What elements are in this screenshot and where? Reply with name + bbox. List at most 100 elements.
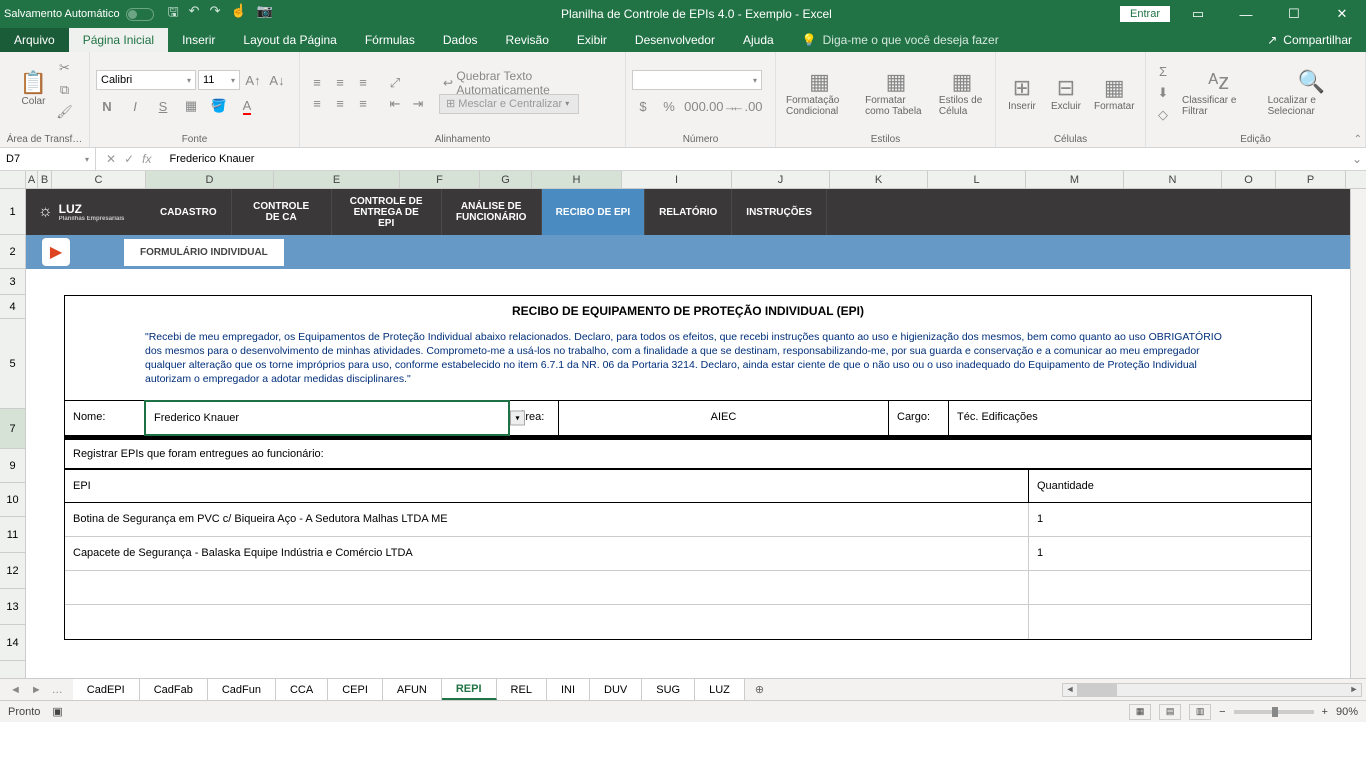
nav-analise[interactable]: ANÁLISE DE FUNCIONÁRIO <box>442 189 542 235</box>
find-select-button[interactable]: 🔍Localizar e Selecionar <box>1264 67 1359 119</box>
col-O[interactable]: O <box>1222 171 1276 188</box>
row-7[interactable]: 7 <box>0 409 25 449</box>
tab-formulas[interactable]: Fórmulas <box>351 28 429 52</box>
qtd-item-1[interactable]: 1 <box>1029 503 1311 536</box>
add-sheet-button[interactable]: ⊕ <box>745 679 774 700</box>
touch-icon[interactable]: ☝ <box>230 3 246 25</box>
redo-icon[interactable]: ↷ <box>210 3 221 25</box>
sheet-sug[interactable]: SUG <box>642 679 695 700</box>
align-center-icon[interactable]: ≡ <box>329 94 351 114</box>
nav-controle-ca[interactable]: CONTROLE DE CA <box>232 189 332 235</box>
border-icon[interactable]: ▦ <box>180 96 202 116</box>
view-pagelayout-icon[interactable]: ▤ <box>1159 704 1181 720</box>
delete-cells-button[interactable]: ⊟Excluir <box>1046 73 1086 114</box>
minimize-icon[interactable]: — <box>1226 7 1266 22</box>
col-H[interactable]: H <box>532 171 622 188</box>
epi-item-4[interactable] <box>65 605 1029 639</box>
insert-cells-button[interactable]: ⊞Inserir <box>1002 73 1042 114</box>
tab-help[interactable]: Ajuda <box>729 28 788 52</box>
fill-icon[interactable]: ⬇ <box>1152 83 1174 103</box>
row-12[interactable]: 12 <box>0 553 25 589</box>
increase-decimal-icon[interactable]: .00→ <box>710 96 732 116</box>
maximize-icon[interactable]: ☐ <box>1274 6 1314 22</box>
row-9[interactable]: 9 <box>0 449 25 483</box>
row-5[interactable]: 5 <box>0 319 25 409</box>
indent-increase-icon[interactable]: ⇥ <box>407 94 429 114</box>
close-icon[interactable]: ✕ <box>1322 6 1362 22</box>
font-name-select[interactable]: Calibri▾ <box>96 70 196 90</box>
tab-nav-more-icon[interactable]: … <box>48 684 67 696</box>
camera-icon[interactable]: 📷 <box>257 3 273 25</box>
nav-relatorio[interactable]: RELATÓRIO <box>645 189 732 235</box>
nav-instrucoes[interactable]: INSTRUÇÕES <box>732 189 827 235</box>
tab-insert[interactable]: Inserir <box>168 28 229 52</box>
tab-nav-first-icon[interactable]: ◄ <box>6 684 25 696</box>
nome-cell[interactable]: Frederico Knauer ▾ <box>144 400 510 436</box>
tab-review[interactable]: Revisão <box>492 28 563 52</box>
row-3[interactable]: 3 <box>0 269 25 295</box>
col-G[interactable]: G <box>480 171 532 188</box>
col-D[interactable]: D <box>146 171 274 188</box>
col-C[interactable]: C <box>52 171 146 188</box>
fx-icon[interactable]: fx <box>142 152 151 166</box>
scroll-right-icon[interactable]: ► <box>1347 684 1361 696</box>
row-1[interactable]: 1 <box>0 189 25 235</box>
bold-icon[interactable]: N <box>96 96 118 116</box>
share-button[interactable]: ↗Compartilhar <box>1253 28 1366 52</box>
qtd-item-2[interactable]: 1 <box>1029 537 1311 570</box>
qtd-item-4[interactable] <box>1029 605 1311 639</box>
file-menu[interactable]: Arquivo <box>0 28 69 52</box>
increase-font-icon[interactable]: A↑ <box>242 70 264 90</box>
format-as-table-button[interactable]: ▦Formatar como Tabela <box>861 67 931 119</box>
row-11[interactable]: 11 <box>0 517 25 553</box>
sheet-cepi[interactable]: CEPI <box>328 679 383 700</box>
format-cells-button[interactable]: ▦Formatar <box>1090 73 1139 114</box>
decrease-decimal-icon[interactable]: ←.00 <box>736 96 758 116</box>
col-L[interactable]: L <box>928 171 1026 188</box>
merge-center-button[interactable]: ⊞ Mesclar e Centralizar ▾ <box>439 94 579 114</box>
tab-layout[interactable]: Layout da Página <box>229 28 350 52</box>
autosum-icon[interactable]: Σ <box>1152 61 1174 81</box>
row-4[interactable]: 4 <box>0 295 25 319</box>
scroll-left-icon[interactable]: ◄ <box>1063 684 1077 696</box>
save-icon[interactable]: 🖫 <box>168 3 179 25</box>
nav-cadastro[interactable]: CADASTRO <box>146 189 232 235</box>
vertical-scrollbar[interactable] <box>1350 189 1366 678</box>
row-14[interactable]: 14 <box>0 625 25 661</box>
zoom-out-icon[interactable]: − <box>1219 706 1225 718</box>
format-painter-icon[interactable]: 🖌 <box>54 102 76 122</box>
view-pagebreak-icon[interactable]: ▥ <box>1189 704 1211 720</box>
sheet-luz[interactable]: LUZ <box>695 679 745 700</box>
align-top-icon[interactable]: ≡ <box>306 73 328 93</box>
align-left-icon[interactable]: ≡ <box>306 94 328 114</box>
italic-icon[interactable]: I <box>124 96 146 116</box>
col-I[interactable]: I <box>622 171 732 188</box>
sheet-cca[interactable]: CCA <box>276 679 328 700</box>
select-all-corner[interactable] <box>0 171 26 188</box>
col-F[interactable]: F <box>400 171 480 188</box>
col-B[interactable]: B <box>38 171 52 188</box>
macro-record-icon[interactable]: ▣ <box>52 705 62 718</box>
sheet-ini[interactable]: INI <box>547 679 590 700</box>
copy-icon[interactable]: ⧉ <box>54 80 76 100</box>
expand-formula-icon[interactable]: ⌄ <box>1348 152 1366 166</box>
col-M[interactable]: M <box>1026 171 1124 188</box>
sheet-cadepi[interactable]: CadEPI <box>73 679 140 700</box>
qtd-item-3[interactable] <box>1029 571 1311 604</box>
nav-controle-entrega[interactable]: CONTROLE DE ENTREGA DE EPI <box>332 189 442 235</box>
number-format-select[interactable]: ▾ <box>632 70 762 90</box>
epi-item-2[interactable]: Capacete de Segurança - Balaska Equipe I… <box>65 537 1029 570</box>
epi-item-1[interactable]: Botina de Segurança em PVC c/ Biqueira A… <box>65 503 1029 536</box>
sort-filter-button[interactable]: ᴬzClassificar e Filtrar <box>1178 67 1260 119</box>
cut-icon[interactable]: ✂ <box>54 58 76 78</box>
col-K[interactable]: K <box>830 171 928 188</box>
tab-view[interactable]: Exibir <box>563 28 621 52</box>
row-2[interactable]: 2 <box>0 235 25 269</box>
sheet-rel[interactable]: REL <box>497 679 547 700</box>
paste-button[interactable]: 📋Colar <box>14 54 54 122</box>
percent-icon[interactable]: % <box>658 96 680 116</box>
font-color-icon[interactable]: A <box>236 96 258 116</box>
zoom-slider[interactable] <box>1234 710 1314 714</box>
align-bottom-icon[interactable]: ≡ <box>352 73 374 93</box>
subtab-formulario[interactable]: FORMULÁRIO INDIVIDUAL <box>124 239 284 266</box>
